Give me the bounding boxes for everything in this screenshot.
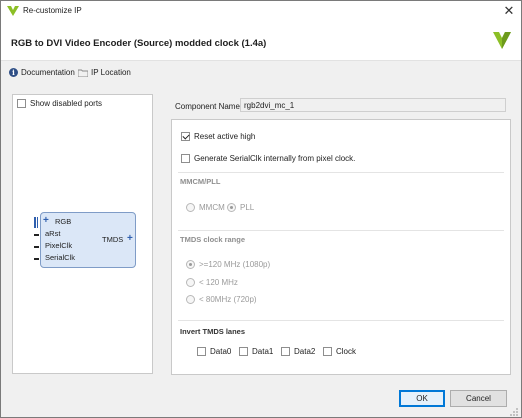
- title-bar: Re-customize IP ✕: [1, 1, 521, 21]
- range-lt120-radio[interactable]: [186, 278, 195, 287]
- show-disabled-ports-checkbox[interactable]: [17, 99, 26, 108]
- ok-button[interactable]: OK: [399, 390, 445, 407]
- dialog-window: Re-customize IP ✕ RGB to DVI Video Encod…: [0, 0, 522, 418]
- rgb-bus-icon: [34, 217, 39, 228]
- toolbar: i Documentation IP Location: [1, 62, 521, 84]
- ip-location-label: IP Location: [91, 68, 131, 77]
- lane-data2-checkbox[interactable]: [281, 347, 290, 356]
- invert-tmds-lanes-title: Invert TMDS lanes: [180, 327, 246, 336]
- cancel-button[interactable]: Cancel: [450, 390, 507, 407]
- port-tmds: TMDS: [102, 235, 124, 244]
- generate-serialclk-checkbox[interactable]: [181, 154, 190, 163]
- component-name-label: Component Name: [175, 102, 240, 111]
- range-720p-radio[interactable]: [186, 295, 195, 304]
- reset-active-high-option[interactable]: Reset active high: [181, 132, 255, 141]
- ip-symbol-panel: Show disabled ports + RGB aRst PixelClk …: [12, 94, 153, 374]
- lane-data1-label: Data1: [252, 347, 274, 356]
- range-1080p-radio[interactable]: [186, 260, 195, 269]
- dialog-header: RGB to DVI Video Encoder (Source) modded…: [1, 21, 521, 61]
- range-1080p-option[interactable]: >=120 MHz (1080p): [186, 260, 270, 269]
- range-720p-option[interactable]: < 80MHz (720p): [186, 295, 257, 304]
- mmcm-radio[interactable]: [186, 203, 195, 212]
- lane-data0-checkbox[interactable]: [197, 347, 206, 356]
- component-name-input[interactable]: [240, 98, 506, 112]
- lane-clock-option[interactable]: Clock: [323, 347, 356, 356]
- documentation-link[interactable]: i Documentation: [9, 68, 75, 77]
- vivado-app-icon: [7, 6, 19, 16]
- range-1080p-label: >=120 MHz (1080p): [199, 260, 271, 269]
- pixelclk-pin: [34, 246, 39, 248]
- lane-data2-option[interactable]: Data2: [281, 347, 315, 356]
- range-720p-label: < 80MHz (720p): [199, 295, 257, 304]
- lane-data0-option[interactable]: Data0: [197, 347, 231, 356]
- divider: [178, 172, 504, 173]
- ip-block[interactable]: + RGB aRst PixelClk SerialClk TMDS +: [40, 212, 136, 268]
- folder-icon: [78, 69, 88, 77]
- options-panel: Reset active high Generate SerialClk int…: [171, 119, 511, 375]
- reset-active-high-checkbox[interactable]: [181, 132, 190, 141]
- divider: [178, 320, 504, 321]
- close-icon[interactable]: ✕: [501, 3, 517, 19]
- range-lt120-label: < 120 MHz: [199, 278, 238, 287]
- expand-rgb-icon[interactable]: +: [43, 216, 49, 226]
- mmcm-radio-option[interactable]: MMCM: [186, 203, 225, 212]
- pll-radio[interactable]: [227, 203, 236, 212]
- port-arst: aRst: [45, 229, 61, 238]
- arst-pin: [34, 234, 39, 236]
- lane-clock-label: Clock: [336, 347, 357, 356]
- reset-active-high-label: Reset active high: [194, 132, 256, 141]
- generate-serialclk-option[interactable]: Generate SerialClk internally from pixel…: [181, 154, 355, 163]
- show-disabled-ports-option[interactable]: Show disabled ports: [17, 99, 102, 108]
- pll-radio-option[interactable]: PLL: [227, 203, 254, 212]
- resize-grip-icon[interactable]: [509, 407, 519, 417]
- serialclk-pin: [34, 258, 39, 260]
- divider: [178, 230, 504, 231]
- lane-data1-checkbox[interactable]: [239, 347, 248, 356]
- range-lt120-option[interactable]: < 120 MHz: [186, 278, 238, 287]
- ip-location-link[interactable]: IP Location: [78, 68, 131, 77]
- info-icon: i: [9, 68, 18, 77]
- port-pixelclk: PixelClk: [45, 241, 73, 250]
- pll-label: PLL: [240, 203, 255, 212]
- lane-data2-label: Data2: [294, 347, 316, 356]
- vivado-logo-icon: [493, 32, 511, 49]
- mmcm-pll-title: MMCM/PLL: [180, 177, 221, 186]
- tmds-clock-range-title: TMDS clock range: [180, 235, 246, 244]
- lane-data0-label: Data0: [210, 347, 232, 356]
- ip-title: RGB to DVI Video Encoder (Source) modded…: [11, 38, 267, 49]
- mmcm-label: MMCM: [199, 203, 225, 212]
- documentation-label: Documentation: [21, 68, 75, 77]
- port-rgb: RGB: [55, 217, 72, 226]
- lane-clock-checkbox[interactable]: [323, 347, 332, 356]
- expand-tmds-icon[interactable]: +: [127, 234, 133, 244]
- window-title: Re-customize IP: [23, 6, 82, 15]
- generate-serialclk-label: Generate SerialClk internally from pixel…: [194, 154, 356, 163]
- show-disabled-ports-label: Show disabled ports: [30, 99, 103, 108]
- port-serialclk: SerialClk: [45, 253, 76, 262]
- lane-data1-option[interactable]: Data1: [239, 347, 273, 356]
